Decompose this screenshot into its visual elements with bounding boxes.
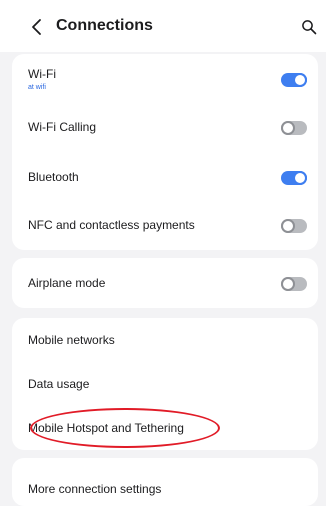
wifi-label: Wi-Fi	[28, 67, 56, 81]
toggle-knob	[293, 171, 307, 185]
chevron-left-icon[interactable]	[30, 18, 44, 36]
wifi-toggle[interactable]	[281, 73, 307, 87]
settings-group-airplane: Airplane mode	[12, 258, 318, 308]
toggle-knob	[293, 73, 307, 87]
toggle-knob	[281, 277, 295, 291]
nfc-row[interactable]: NFC and contactless payments	[12, 200, 318, 250]
nfc-toggle[interactable]	[281, 219, 307, 233]
settings-group-connectivity: Wi-Fi at wifi Wi-Fi Calling Bluetooth NF…	[12, 54, 318, 250]
mobile-networks-row[interactable]: Mobile networks	[12, 318, 318, 362]
bluetooth-toggle[interactable]	[281, 171, 307, 185]
mobile-networks-label: Mobile networks	[28, 333, 115, 347]
bluetooth-label: Bluetooth	[28, 170, 79, 184]
data-usage-row[interactable]: Data usage	[12, 362, 318, 406]
page-title: Connections	[56, 17, 153, 34]
wifi-row[interactable]: Wi-Fi at wifi	[12, 54, 318, 104]
airplane-mode-toggle[interactable]	[281, 277, 307, 291]
settings-group-more: More connection settings	[12, 458, 318, 506]
data-usage-label: Data usage	[28, 377, 90, 391]
nfc-label: NFC and contactless payments	[28, 218, 195, 232]
toggle-knob	[281, 121, 295, 135]
top-app-bar: Connections	[0, 0, 326, 52]
wifi-calling-toggle[interactable]	[281, 121, 307, 135]
wifi-calling-label: Wi-Fi Calling	[28, 120, 97, 134]
bluetooth-row[interactable]: Bluetooth	[12, 152, 318, 200]
wifi-network-subtext: at wifi	[28, 84, 46, 91]
toggle-knob	[281, 219, 295, 233]
hotspot-highlight-circle	[30, 408, 220, 448]
airplane-mode-row[interactable]: Airplane mode	[12, 258, 318, 308]
search-icon[interactable]	[301, 19, 317, 35]
connections-screen: Connections Wi-Fi at wifi Wi-Fi Calling …	[0, 0, 326, 506]
airplane-mode-label: Airplane mode	[28, 276, 106, 290]
more-connection-settings-label: More connection settings	[28, 482, 162, 496]
more-connection-settings-row[interactable]: More connection settings	[12, 458, 318, 506]
wifi-calling-row[interactable]: Wi-Fi Calling	[12, 104, 318, 152]
